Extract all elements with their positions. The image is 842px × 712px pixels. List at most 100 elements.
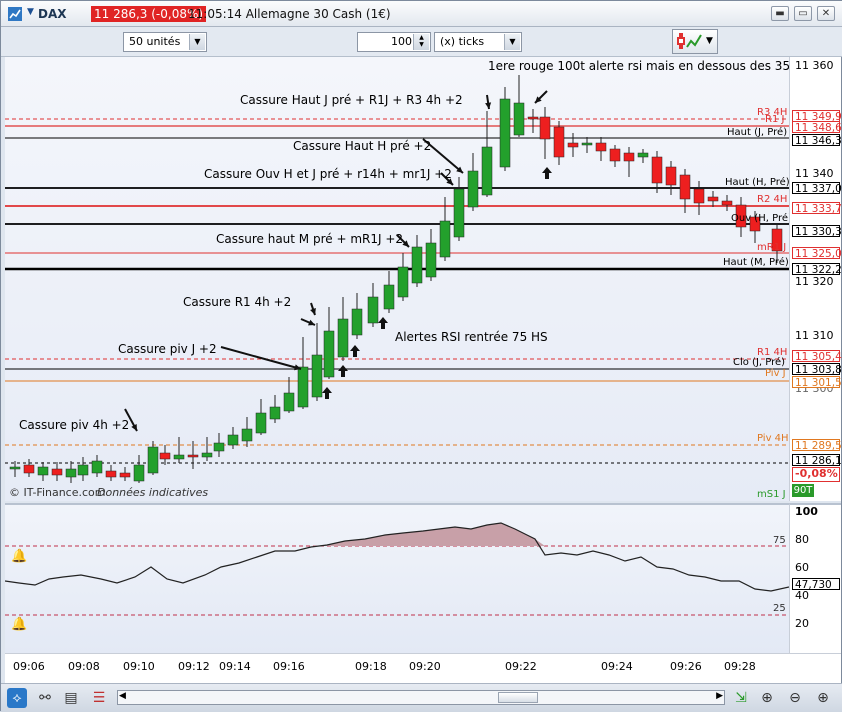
horizontal-scrollbar[interactable]: ◀ ▶ bbox=[117, 690, 725, 705]
share-icon[interactable]: ⟡ bbox=[7, 688, 27, 708]
level-name-piv-4h: Piv 4H bbox=[757, 433, 789, 444]
candle-body bbox=[159, 452, 171, 460]
level-tag: 11 305,4 bbox=[792, 350, 842, 363]
instrument-title: 11:05:14 Allemagne 30 Cash (1€) bbox=[188, 7, 391, 21]
candle-body bbox=[269, 406, 281, 420]
annotation-arrow bbox=[220, 346, 302, 370]
axis-label: 11 320 bbox=[795, 275, 834, 288]
rsi-line bbox=[5, 522, 789, 592]
candle-body bbox=[51, 468, 63, 476]
time-label: 09:10 bbox=[123, 660, 155, 673]
ticks-stepper[interactable]: 100 ▲ ▼ bbox=[357, 32, 431, 52]
ticks-unit-select[interactable]: (x) ticks ▼ bbox=[434, 32, 522, 52]
rsi-alert-marker bbox=[378, 317, 388, 329]
level-name-haut-h: Haut (H, Pré) bbox=[725, 177, 790, 188]
level-tag: 11 301,5 bbox=[792, 376, 842, 389]
axis-label: 80 bbox=[795, 533, 809, 546]
indicators-button[interactable]: ▼ bbox=[672, 29, 718, 54]
stepper-arrows-icon[interactable]: ▲ ▼ bbox=[413, 34, 429, 50]
rsi-panel[interactable]: 🔔 🔔 75 25 bbox=[5, 503, 789, 653]
auto-scroll-icon[interactable]: ⇲ bbox=[731, 688, 751, 708]
chevron-down-icon[interactable]: ▼ bbox=[504, 34, 520, 50]
candle-body bbox=[91, 460, 103, 474]
rsi-alert-marker bbox=[322, 387, 332, 399]
link-icon[interactable]: ⚯ bbox=[35, 688, 55, 708]
axis-label: 11 310 bbox=[795, 329, 834, 342]
candle-body bbox=[553, 126, 565, 158]
maximize-button[interactable]: ▭ bbox=[794, 6, 812, 21]
candle-body bbox=[65, 468, 77, 478]
candle-body bbox=[679, 174, 691, 200]
candle-body bbox=[721, 200, 733, 206]
time-label: 09:18 bbox=[355, 660, 387, 673]
candle-body bbox=[623, 152, 635, 162]
time-label: 09:22 bbox=[505, 660, 537, 673]
bars-badge: 90T bbox=[792, 484, 814, 497]
rsi-current-tag: 47,730 bbox=[792, 578, 840, 591]
time-label: 09:08 bbox=[68, 660, 100, 673]
candle-body bbox=[173, 454, 185, 460]
rsi-axis[interactable]: 100 80 60 40 20 47,730 bbox=[789, 503, 841, 653]
level-name-ouv-h: Ouv (H, Pré) bbox=[731, 213, 792, 224]
axis-label: 20 bbox=[795, 617, 809, 630]
close-button[interactable]: ✕ bbox=[817, 6, 835, 21]
candle-body bbox=[439, 220, 451, 258]
units-select[interactable]: 50 unités ▼ bbox=[123, 32, 207, 52]
bell-alert-icon[interactable]: 🔔 bbox=[11, 549, 27, 564]
annotation-cassure-haut-j: Cassure Haut J pré + R1J + R3 4h +2 bbox=[240, 93, 463, 107]
price-chart[interactable]: R3 4H R1 J Haut (J, Pré) Haut (H, Pré) R… bbox=[5, 57, 817, 501]
axis-label: 100 bbox=[795, 505, 818, 518]
candle-body bbox=[147, 446, 159, 474]
candle-body bbox=[609, 148, 621, 162]
level-name-ms1-j: mS1 J bbox=[757, 489, 786, 500]
annotation-cassure-haut-h: Cassure Haut H pré +2 bbox=[293, 139, 432, 153]
candle-body bbox=[499, 98, 511, 168]
symbol-dropdown-arrow[interactable]: ▼ bbox=[27, 7, 34, 17]
change-badge: -0,08% bbox=[792, 467, 840, 482]
watermark: © IT-Finance.com bbox=[9, 486, 106, 499]
zoom-in-icon[interactable]: ⊕ bbox=[813, 688, 833, 708]
table-icon[interactable]: ▤ bbox=[61, 688, 81, 708]
candle-body bbox=[337, 318, 349, 358]
time-label: 09:28 bbox=[724, 660, 756, 673]
rsi-alert-marker bbox=[338, 365, 348, 377]
candle-body bbox=[77, 464, 89, 476]
level-name-r1-j: R1 J bbox=[765, 114, 785, 125]
chart-window: ▼ DAX 11 286,3 (-0,08%) 11:05:14 Allemag… bbox=[0, 0, 842, 712]
arrow-head bbox=[310, 308, 316, 315]
chevron-down-icon: ▼ bbox=[706, 36, 713, 46]
time-label: 09:16 bbox=[273, 660, 305, 673]
level-name-clo-j: Clo (J, Pré) bbox=[733, 357, 786, 368]
zoom-out-icon[interactable]: ⊖ bbox=[785, 688, 805, 708]
candle-body bbox=[595, 142, 607, 152]
candle-body bbox=[241, 428, 253, 442]
annotation-cassure-haut-m: Cassure haut M pré + mR1J +2 bbox=[216, 232, 404, 246]
candle-body bbox=[37, 466, 49, 476]
symbol-label[interactable]: DAX bbox=[38, 7, 67, 21]
scroll-left-icon[interactable]: ◀ bbox=[119, 691, 126, 701]
candle-body bbox=[351, 308, 363, 336]
status-bar: ⟡ ⚯ ▤ ☰ ◀ ▶ ⇲ ⊕ ⊖ ⊕ bbox=[1, 683, 842, 712]
time-label: 09:24 bbox=[601, 660, 633, 673]
bell-alert-icon[interactable]: 🔔 bbox=[11, 617, 27, 632]
level-tag: 11 289,5 bbox=[792, 439, 842, 452]
candle-body bbox=[201, 452, 213, 458]
candle-body bbox=[9, 466, 21, 470]
order-list-icon[interactable]: ☰ bbox=[89, 688, 109, 708]
time-axis[interactable]: 09:06 09:08 09:10 09:12 09:14 09:16 09:1… bbox=[5, 653, 841, 683]
price-axis[interactable]: 11 360 11 340 11 320 11 310 11 300 11 34… bbox=[789, 57, 842, 501]
time-label: 09:20 bbox=[409, 660, 441, 673]
scroll-right-icon[interactable]: ▶ bbox=[716, 691, 723, 701]
zoom-fit-icon[interactable]: ⊕ bbox=[757, 688, 777, 708]
candle-body bbox=[297, 366, 309, 408]
level-name-haut-j: Haut (J, Pré) bbox=[727, 127, 788, 138]
rsi-25-inline: 25 bbox=[773, 603, 786, 614]
minimize-button[interactable]: ▬ bbox=[771, 6, 789, 21]
scrollbar-thumb[interactable] bbox=[498, 692, 538, 703]
candle-body bbox=[567, 142, 579, 148]
chevron-down-icon[interactable]: ▼ bbox=[189, 34, 205, 50]
level-tag: 11 337,0 bbox=[792, 182, 842, 195]
level-name-r2-4h: R2 4H bbox=[757, 194, 788, 205]
candle-body bbox=[397, 266, 409, 298]
chart-app-icon bbox=[8, 7, 22, 21]
